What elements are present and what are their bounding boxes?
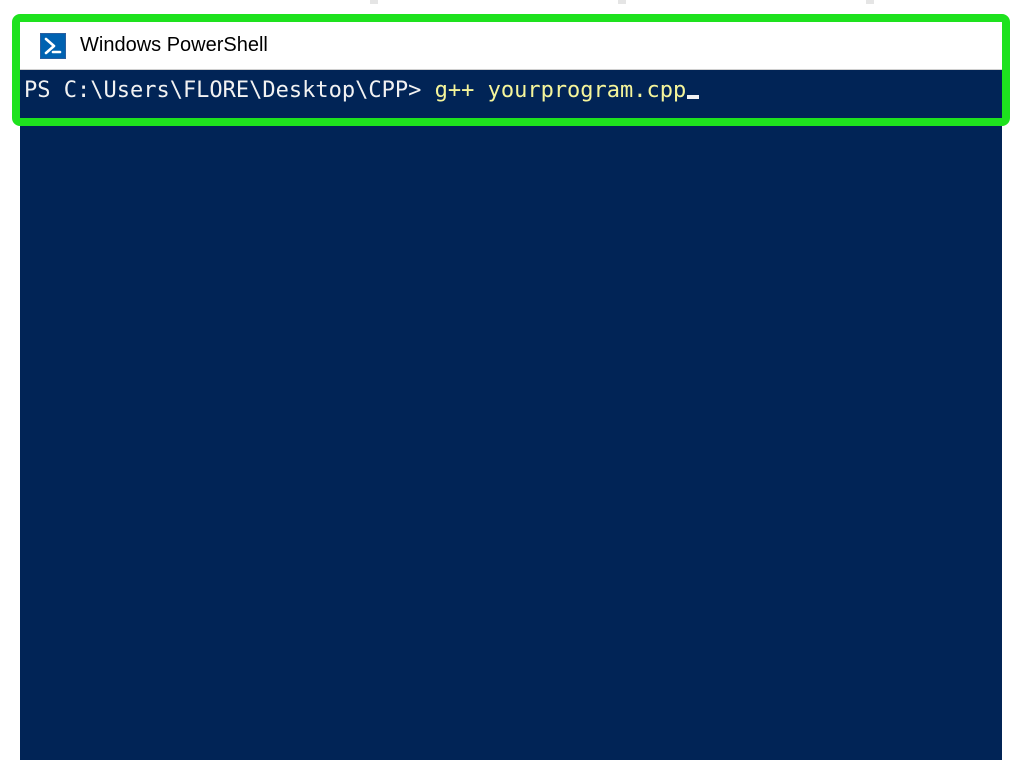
command-text: g++ yourprogram.cpp [435,78,687,103]
prompt-line: PS C:\Users\FLORE\Desktop\CPP> g++ yourp… [24,76,994,107]
right-margin [1002,126,1024,768]
powershell-icon [40,33,66,59]
window-titlebar[interactable]: Windows PowerShell [20,22,1002,70]
text-cursor [687,95,699,99]
window-title: Windows PowerShell [80,34,268,57]
top-divider-marks [0,0,1024,14]
terminal-body[interactable]: PS C:\Users\FLORE\Desktop\CPP> g++ yourp… [20,70,1002,760]
prompt-text: PS C:\Users\FLORE\Desktop\CPP> [24,78,435,103]
